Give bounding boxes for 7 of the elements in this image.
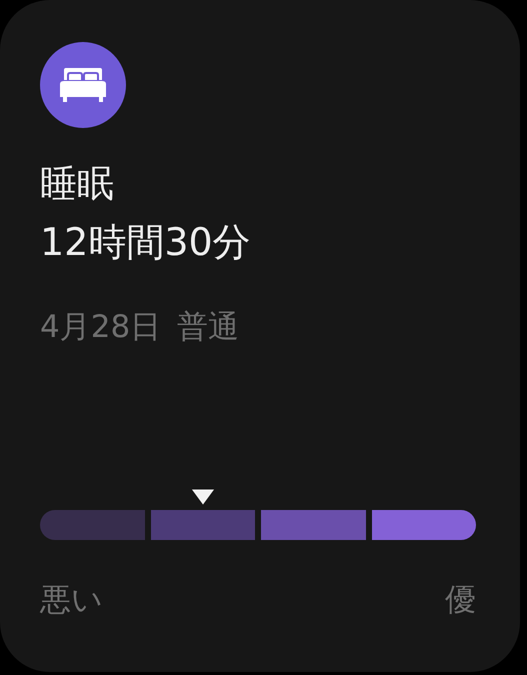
title: 睡眠 bbox=[40, 161, 115, 207]
date: 4月28日 bbox=[40, 308, 162, 347]
sleep-duration: 12時間30分 bbox=[40, 219, 252, 266]
bed-icon bbox=[58, 68, 108, 102]
rating-text: 普通 bbox=[177, 308, 240, 347]
high-label: 優 bbox=[445, 581, 476, 620]
low-label: 悪い bbox=[40, 581, 103, 620]
